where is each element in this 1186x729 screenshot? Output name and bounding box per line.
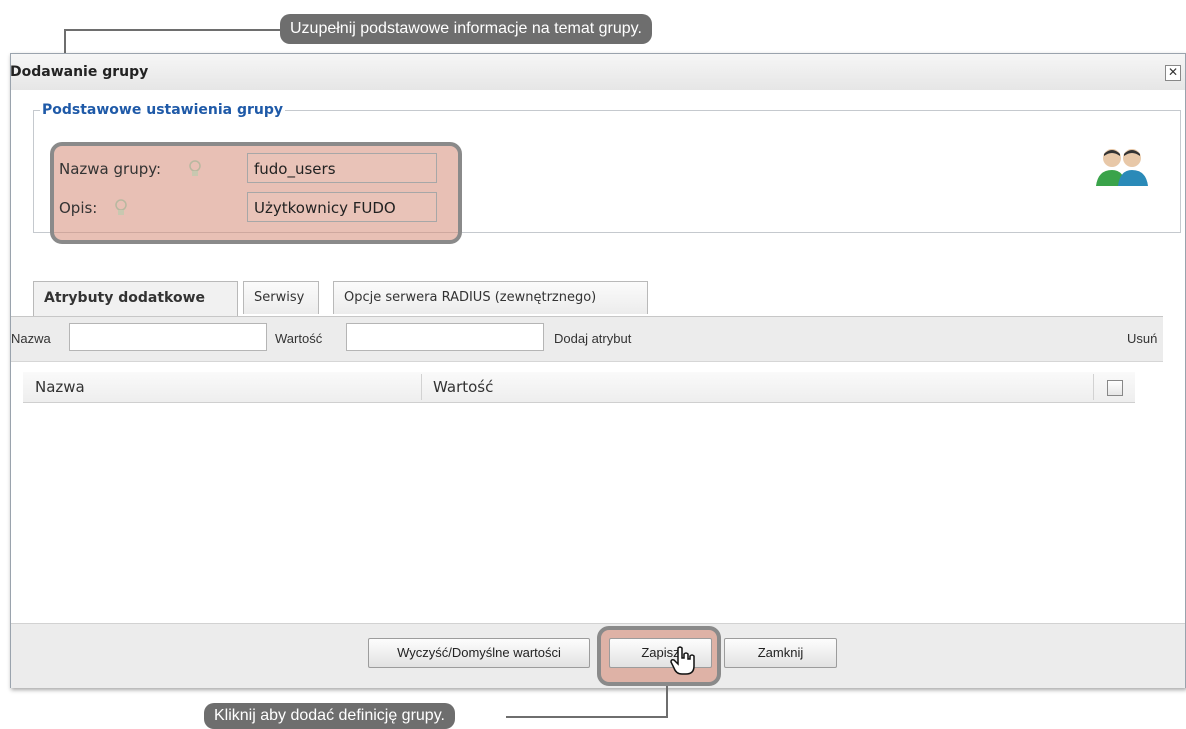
users-group-icon <box>1094 146 1152 190</box>
group-name-field[interactable]: fudo_users <box>247 153 437 183</box>
add-group-dialog: Dodawanie grupy ✕ Podstawowe ustawienia … <box>10 53 1186 688</box>
tab-additional-attributes[interactable]: Atrybuty dodatkowe <box>33 281 238 316</box>
top-callout: Uzupełnij podstawowe informacje na temat… <box>280 14 652 44</box>
attr-name-input[interactable] <box>69 323 267 351</box>
column-separator <box>1093 374 1094 400</box>
tab-services[interactable]: Serwisy <box>243 281 319 314</box>
bottom-callout: Kliknij aby dodać definicję grupy. <box>204 703 455 729</box>
reset-defaults-button[interactable]: Wyczyść/Domyślne wartości <box>368 638 590 668</box>
lightbulb-icon <box>188 160 202 182</box>
save-button[interactable]: Zapisz <box>609 638 712 668</box>
description-field[interactable]: Użytkownicy FUDO <box>247 192 437 222</box>
attr-value-input[interactable] <box>346 323 544 351</box>
group-name-label: Nazwa grupy: <box>59 160 162 178</box>
basic-settings-highlight: Nazwa grupy: fudo_users Opis: Użytkownic… <box>50 142 462 244</box>
description-label: Opis: <box>59 199 98 217</box>
lightbulb-icon <box>114 199 128 221</box>
add-attribute-button[interactable]: Dodaj atrybut <box>554 331 631 346</box>
attr-value-label: Wartość <box>275 331 323 346</box>
select-all-checkbox[interactable] <box>1107 380 1123 396</box>
attributes-grid-header: Nazwa Wartość <box>23 372 1135 403</box>
tab-radius-options[interactable]: Opcje serwera RADIUS (zewnętrznego) <box>333 281 648 314</box>
attributes-toolbar: Nazwa Wartość Dodaj atrybut Usuń <box>11 317 1163 362</box>
bottom-callout-line-h <box>506 716 668 718</box>
dialog-title: Dodawanie grupy <box>10 64 149 80</box>
column-name[interactable]: Nazwa <box>35 372 85 402</box>
dialog-footer: Wyczyść/Domyślne wartości Zapisz Zamknij <box>11 623 1185 688</box>
top-callout-line-h <box>64 29 282 31</box>
close-button[interactable]: Zamknij <box>724 638 837 668</box>
basic-settings-fieldset: Podstawowe ustawienia grupy Nazwa grupy:… <box>33 102 1181 244</box>
dialog-body: Podstawowe ustawienia grupy Nazwa grupy:… <box>11 90 1185 660</box>
attr-name-label: Nazwa <box>11 331 51 346</box>
column-separator <box>421 374 422 400</box>
attributes-panel: Nazwa Wartość Dodaj atrybut Usuń Nazwa W… <box>11 316 1163 660</box>
dialog-header: Dodawanie grupy ✕ <box>10 54 1185 90</box>
close-icon[interactable]: ✕ <box>1165 65 1181 81</box>
remove-attribute-button[interactable]: Usuń <box>1127 331 1157 346</box>
bottom-callout-line-v <box>666 686 668 718</box>
column-value[interactable]: Wartość <box>433 372 493 402</box>
basic-settings-legend: Podstawowe ustawienia grupy <box>42 102 284 118</box>
hand-pointer-icon <box>670 646 696 676</box>
